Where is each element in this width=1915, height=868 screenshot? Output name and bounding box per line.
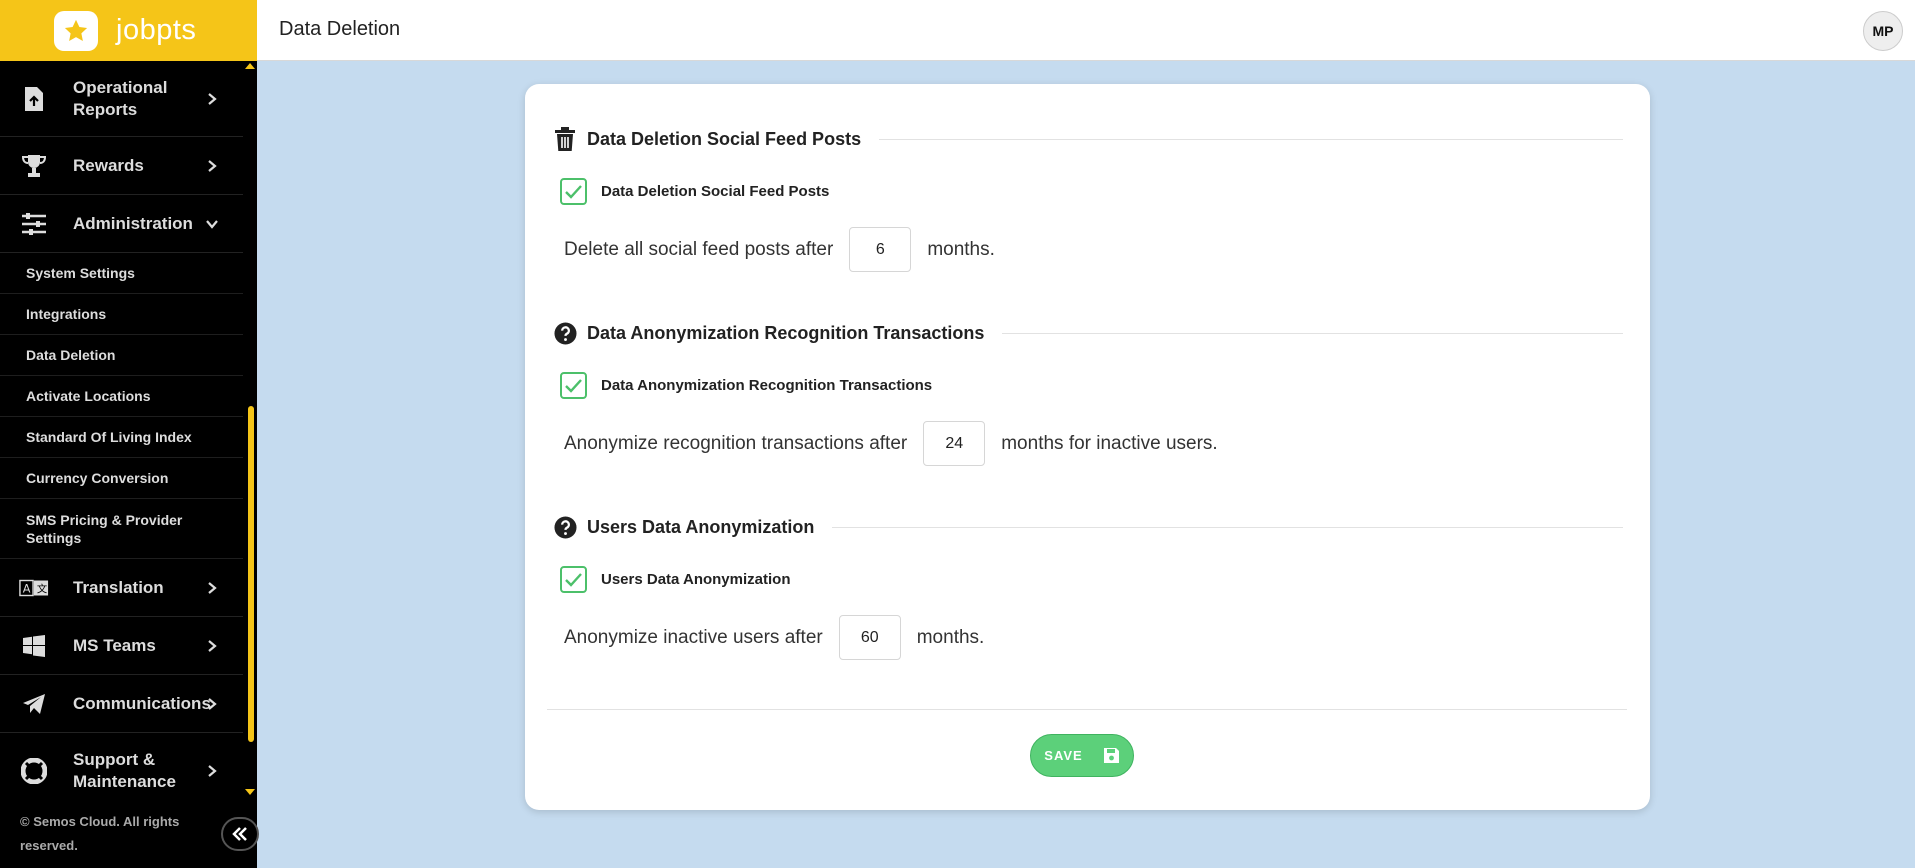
svg-text:文: 文	[37, 582, 47, 595]
recognition-months-input[interactable]	[923, 421, 986, 466]
users-anonymization-checkbox[interactable]	[560, 566, 587, 593]
chevron-right-icon	[208, 639, 217, 652]
sidebar-subitem-integrations[interactable]: Integrations	[0, 294, 243, 335]
top-header: Data Deletion MP	[257, 0, 1915, 61]
setting-text-after: months.	[927, 238, 995, 260]
sidebar-subitem-standard-of-living-index[interactable]: Standard Of Living Index	[0, 417, 243, 458]
sidebar-item-label: Administration	[73, 213, 193, 233]
sidebar: jobpts Operational Reports Rewards Admin…	[0, 0, 259, 868]
svg-text:A: A	[23, 582, 31, 595]
section-title: Data Anonymization Recognition Transacti…	[587, 322, 985, 343]
question-circle-icon	[553, 515, 577, 539]
sidebar-item-communications[interactable]: Communications	[0, 675, 243, 733]
sliders-icon	[19, 209, 49, 239]
chevron-right-icon	[208, 159, 217, 172]
chevron-right-icon	[208, 581, 217, 594]
chevron-down-icon	[206, 219, 218, 229]
sidebar-item-label: MS Teams	[73, 635, 156, 655]
sidebar-item-label: Support & Maintenance	[73, 750, 176, 791]
sidebar-item-label: Communications	[73, 693, 211, 713]
save-button-label: SAVE	[1044, 748, 1083, 763]
sidebar-item-label: Rewards	[73, 155, 144, 175]
question-circle-icon	[553, 321, 577, 345]
footer-divider	[547, 709, 1627, 710]
copyright-footer: © Semos Cloud. All rights reserved.	[20, 814, 180, 853]
setting-text-before: Anonymize recognition transactions after	[564, 432, 908, 454]
sidebar-item-translation[interactable]: A文 Translation	[0, 559, 243, 617]
scroll-down-arrow[interactable]	[245, 789, 255, 795]
section-users-anonymization: Users Data Anonymization Users Data Anon…	[553, 512, 1623, 660]
section-divider	[1002, 332, 1623, 334]
section-header: Users Data Anonymization	[553, 512, 1623, 542]
chevron-right-icon	[208, 697, 217, 710]
section-divider	[879, 138, 1623, 140]
months-setting-row: Delete all social feed posts after month…	[564, 227, 1623, 272]
checkbox-label: Users Data Anonymization	[601, 571, 791, 588]
save-button[interactable]: SAVE	[1030, 734, 1134, 777]
sidebar-nav: Operational Reports Rewards Administrati…	[0, 61, 243, 799]
sidebar-item-ms-teams[interactable]: MS Teams	[0, 617, 243, 675]
sidebar-subitem-sms-pricing[interactable]: SMS Pricing & Provider Settings	[0, 499, 243, 559]
chevron-right-icon	[208, 92, 217, 105]
sidebar-subitem-data-deletion[interactable]: Data Deletion	[0, 335, 243, 376]
windows-icon	[19, 631, 49, 661]
page-title: Data Deletion	[279, 18, 401, 40]
section-recognition-transactions: Data Anonymization Recognition Transacti…	[553, 318, 1623, 466]
section-social-feed-posts: Data Deletion Social Feed Posts Data Del…	[553, 124, 1623, 272]
sidebar-item-administration[interactable]: Administration	[0, 195, 243, 253]
sidebar-item-label: Translation	[73, 577, 164, 597]
setting-text-before: Delete all social feed posts after	[564, 238, 834, 260]
checkbox-row: Data Anonymization Recognition Transacti…	[560, 372, 1623, 399]
chevron-right-icon	[208, 765, 217, 777]
lifebuoy-icon	[19, 756, 49, 786]
users-months-input[interactable]	[838, 615, 901, 660]
sidebar-item-rewards[interactable]: Rewards	[0, 137, 243, 195]
double-chevron-left-icon	[232, 827, 247, 841]
sidebar-scrollbar[interactable]	[248, 406, 254, 742]
scroll-up-arrow[interactable]	[245, 63, 255, 69]
user-avatar[interactable]: MP	[1863, 11, 1903, 51]
data-deletion-card: Data Deletion Social Feed Posts Data Del…	[525, 84, 1650, 810]
recognition-anonymization-checkbox[interactable]	[560, 372, 587, 399]
setting-text-after: months.	[916, 626, 985, 648]
floppy-disk-icon	[1103, 747, 1120, 764]
setting-text-after: months for inactive users.	[1001, 432, 1218, 454]
section-header: Data Deletion Social Feed Posts	[553, 124, 1623, 154]
months-setting-row: Anonymize recognition transactions after…	[564, 421, 1623, 466]
translate-icon: A文	[19, 573, 49, 603]
social-feed-months-input[interactable]	[849, 227, 912, 272]
checkbox-row: Data Deletion Social Feed Posts	[560, 178, 1623, 205]
sidebar-subitem-activate-locations[interactable]: Activate Locations	[0, 376, 243, 417]
logo-bar[interactable]: jobpts	[0, 0, 257, 61]
star-logo-icon	[54, 10, 98, 51]
social-feed-deletion-checkbox[interactable]	[560, 178, 587, 205]
paper-plane-icon	[19, 689, 49, 719]
sidebar-subitem-system-settings[interactable]: System Settings	[0, 253, 243, 294]
checkmark-icon	[565, 378, 582, 393]
sidebar-item-operational-reports[interactable]: Operational Reports	[0, 61, 243, 137]
section-title: Data Deletion Social Feed Posts	[587, 128, 862, 149]
trash-icon	[553, 127, 577, 151]
section-divider	[832, 526, 1623, 528]
months-setting-row: Anonymize inactive users after months.	[564, 615, 1623, 660]
checkmark-icon	[565, 572, 582, 587]
trophy-icon	[19, 151, 49, 181]
report-upload-icon	[19, 84, 49, 114]
checkbox-label: Data Anonymization Recognition Transacti…	[601, 377, 933, 394]
sidebar-subitem-currency-conversion[interactable]: Currency Conversion	[0, 458, 243, 499]
section-title: Users Data Anonymization	[587, 516, 815, 537]
checkbox-label: Data Deletion Social Feed Posts	[601, 183, 830, 200]
checkbox-row: Users Data Anonymization	[560, 566, 1623, 593]
setting-text-before: Anonymize inactive users after	[564, 626, 823, 648]
section-header: Data Anonymization Recognition Transacti…	[553, 318, 1623, 348]
app-name: jobpts	[116, 14, 197, 46]
sidebar-item-support-maintenance[interactable]: Support & Maintenance	[0, 733, 243, 799]
collapse-sidebar-button[interactable]	[221, 817, 259, 851]
sidebar-item-label: Operational Reports	[73, 77, 168, 119]
checkmark-icon	[565, 184, 582, 199]
